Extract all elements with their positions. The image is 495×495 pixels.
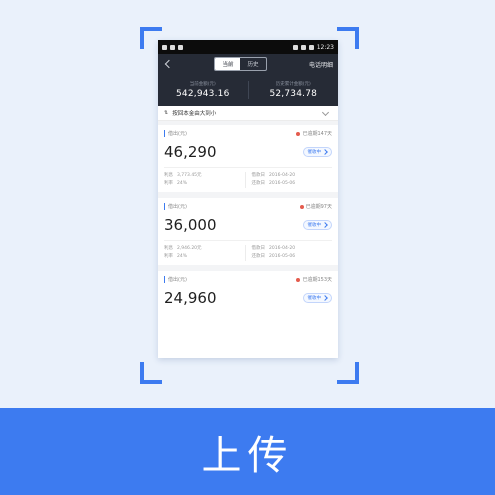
status-button[interactable]: 催收中 — [302, 220, 332, 230]
chevron-left-icon[interactable] — [164, 59, 174, 69]
summary-panel: 当前金额(元) 542,943.16 历史累计金额(元) 52,734.78 — [158, 74, 338, 106]
list-item[interactable]: 借出(元) 已逾期97天 36,000 催收中 利息 2,946.20元 利率 … — [158, 198, 338, 265]
summary-history: 历史累计金额(元) 52,734.78 — [247, 81, 339, 99]
chevron-down-icon — [321, 108, 330, 116]
loan-label: 借出(元) — [164, 203, 187, 210]
tab-history[interactable]: 历史 — [240, 58, 265, 70]
meta-left: 利息 2,946.20元 利率 24% — [164, 245, 245, 261]
overdue-badge: 已逾期147天 — [296, 130, 332, 137]
meta-key: 还款日 — [251, 181, 266, 186]
meta-key: 利息 — [164, 173, 173, 178]
upload-button[interactable]: 上传 — [0, 408, 495, 495]
meta-value: 24% — [177, 181, 188, 186]
chevron-right-icon — [322, 222, 328, 228]
meta-value: 2016-04-20 — [269, 246, 296, 251]
loan-label: 借出(元) — [164, 130, 187, 137]
meta-value: 24% — [177, 254, 188, 259]
meta-right: 借款日 2016-04-20 还款日 2016-05-06 — [244, 172, 333, 188]
list-item[interactable]: 借出(元) 已逾期153天 24,960 催收中 — [158, 271, 338, 311]
meta-value: 2016-05-06 — [269, 254, 296, 259]
loan-amount: 46,290 — [164, 143, 217, 161]
sort-dropdown[interactable]: ⇅ 按回本金由大到小 — [158, 106, 338, 121]
meta-left: 利息 3,773.45元 利率 24% — [164, 172, 245, 188]
sort-icon: ⇅ — [164, 110, 169, 116]
status-label: 催收中 — [307, 296, 322, 301]
meta-value: 3,773.45元 — [177, 173, 202, 178]
tab-current[interactable]: 当前 — [215, 58, 241, 70]
status-time: 12:23 — [316, 43, 334, 51]
phone-detail-link[interactable]: 电话明细 — [309, 60, 333, 69]
status-bar: 12:23 — [158, 40, 338, 54]
signal-icon — [292, 44, 298, 50]
notification-icon — [162, 44, 167, 50]
meta-right: 借款日 2016-04-20 还款日 2016-05-06 — [244, 245, 333, 261]
overdue-dot-icon — [296, 131, 301, 136]
scan-corner-bottom-right — [337, 362, 359, 384]
meta-key: 还款日 — [251, 254, 266, 259]
meta-value: 2016-04-20 — [269, 173, 296, 178]
meta-key: 借款日 — [251, 173, 266, 178]
upload-label: 上传 — [201, 432, 294, 479]
scan-corner-top-right — [337, 27, 359, 49]
scan-corner-bottom-left — [140, 362, 162, 384]
image-icon — [178, 44, 183, 50]
list-item[interactable]: 借出(元) 已逾期147天 46,290 催收中 利息 3,773.45元 利率… — [158, 125, 338, 192]
tab-group: 当前 历史 — [214, 57, 267, 71]
summary-current: 当前金额(元) 542,943.16 — [158, 81, 248, 99]
meta-value: 2,946.20元 — [177, 246, 202, 251]
status-button[interactable]: 催收中 — [302, 147, 332, 157]
loan-amount: 24,960 — [164, 289, 217, 307]
status-label: 催收中 — [307, 223, 322, 228]
overdue-text: 已逾期153天 — [302, 277, 332, 283]
top-nav: 当前 历史 电话明细 — [158, 54, 338, 74]
status-button[interactable]: 催收中 — [302, 293, 332, 303]
overdue-text: 已逾期97天 — [305, 204, 332, 210]
overdue-badge: 已逾期97天 — [299, 203, 332, 210]
summary-label: 当前金额(元) — [189, 82, 216, 87]
summary-value: 542,943.16 — [175, 89, 230, 99]
phone-screenshot-preview: 12:23 当前 历史 电话明细 当前金额(元) 542,943.16 历史累计… — [158, 40, 338, 358]
meta-value: 2016-05-06 — [269, 181, 296, 186]
status-label: 催收中 — [307, 150, 322, 155]
meta-key: 借款日 — [251, 246, 266, 251]
summary-value: 52,734.78 — [269, 89, 318, 99]
battery-icon — [308, 44, 314, 50]
overdue-text: 已逾期147天 — [302, 131, 332, 137]
wifi-icon — [300, 44, 306, 50]
overdue-dot-icon — [296, 277, 301, 282]
loan-list: 借出(元) 已逾期147天 46,290 催收中 利息 3,773.45元 利率… — [158, 121, 338, 311]
app-icon — [170, 44, 175, 50]
summary-label: 历史累计金额(元) — [275, 82, 311, 87]
sort-label: 按回本金由大到小 — [172, 111, 217, 117]
loan-amount: 36,000 — [164, 216, 217, 234]
upload-card: 12:23 当前 历史 电话明细 当前金额(元) 542,943.16 历史累计… — [0, 0, 495, 495]
meta-key: 利率 — [164, 254, 173, 259]
meta-key: 利息 — [164, 246, 173, 251]
overdue-badge: 已逾期153天 — [296, 276, 332, 283]
overdue-dot-icon — [299, 204, 304, 209]
chevron-right-icon — [322, 295, 328, 301]
chevron-right-icon — [322, 149, 328, 155]
meta-key: 利率 — [164, 181, 173, 186]
loan-label: 借出(元) — [164, 276, 187, 283]
